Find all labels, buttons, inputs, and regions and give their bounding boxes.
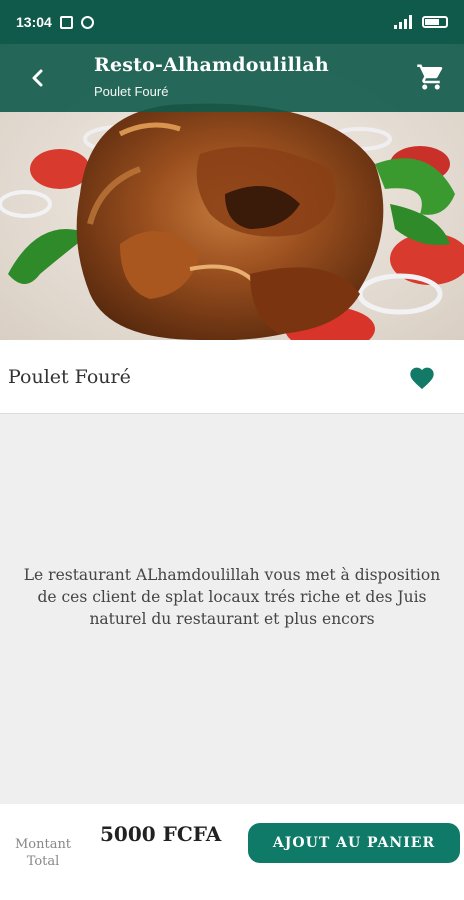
shopping-cart-icon <box>417 64 443 90</box>
record-icon <box>80 15 94 29</box>
restaurant-title: Resto-Alhamdoulillah <box>94 54 329 76</box>
product-subtitle: Poulet Fouré <box>94 84 169 99</box>
app-bar: Resto-Alhamdoulillah Poulet Fouré <box>0 44 464 112</box>
status-bar: 13:04 <box>0 0 464 44</box>
gallery-icon <box>59 15 73 29</box>
product-name: Poulet Fouré <box>8 365 131 388</box>
add-to-cart-button[interactable]: AJOUT AU PANIER <box>248 823 460 863</box>
product-description: Le restaurant ALhamdoulillah vous met à … <box>23 566 441 628</box>
cart-button[interactable] <box>416 62 448 94</box>
status-time: 13:04 <box>16 14 52 30</box>
total-label: Montant Total <box>14 837 72 869</box>
back-button[interactable] <box>22 62 54 94</box>
bottom-bar: Montant Total 5000 FCFA AJOUT AU PANIER <box>0 804 464 900</box>
status-right <box>394 15 448 29</box>
signal-icon <box>394 15 412 29</box>
description-area: Le restaurant ALhamdoulillah vous met à … <box>0 414 464 804</box>
status-left: 13:04 <box>16 14 94 30</box>
chevron-left-icon <box>32 69 43 87</box>
heart-icon <box>410 367 434 389</box>
total-price: 5000 FCFA <box>100 822 222 846</box>
battery-icon <box>422 16 448 28</box>
favorite-button[interactable] <box>404 359 440 395</box>
app-bar-titles: Resto-Alhamdoulillah Poulet Fouré <box>94 54 329 99</box>
product-name-row: Poulet Fouré <box>0 340 464 414</box>
